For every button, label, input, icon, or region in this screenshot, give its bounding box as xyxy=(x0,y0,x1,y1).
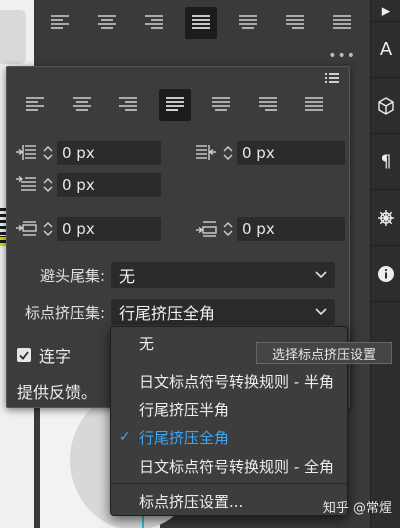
helm-icon[interactable] xyxy=(371,190,400,246)
background-align-row xyxy=(44,0,374,46)
left-indent-stepper[interactable] xyxy=(39,142,57,164)
kinsoku-label: 避头尾集: xyxy=(39,266,105,285)
hyphenate-row: 连字 xyxy=(17,343,71,367)
space-before-field: 0 px xyxy=(13,217,161,241)
space-after-field: 0 px xyxy=(193,217,345,241)
first-line-indent-stepper[interactable] xyxy=(39,174,57,196)
space-before-icon xyxy=(13,218,39,240)
play-icon[interactable]: ▸ xyxy=(371,0,400,22)
mojikumi-value: 行尾挤压全角 xyxy=(119,304,216,323)
chevron-down-icon xyxy=(315,271,327,279)
space-before-input[interactable]: 0 px xyxy=(57,217,161,241)
kinsoku-value: 无 xyxy=(119,267,136,286)
bg-justify-last-center-icon[interactable] xyxy=(232,7,264,39)
feedback-link[interactable]: 提供反馈。 xyxy=(17,379,97,403)
dropdown-option-jis-full[interactable]: 日文标点符号转换规则 - 全角 xyxy=(111,454,347,478)
alignment-buttons xyxy=(19,89,345,121)
3d-cube-icon[interactable] xyxy=(371,78,400,134)
align-right-icon[interactable] xyxy=(112,89,144,121)
bg-justify-last-left-icon[interactable] xyxy=(185,7,217,39)
bg-align-center-icon[interactable] xyxy=(91,7,123,39)
chevron-down-icon xyxy=(315,308,327,316)
panel-menu-icon[interactable] xyxy=(325,73,339,83)
right-indent-stepper[interactable] xyxy=(219,142,237,164)
dropdown-option-line-end-full[interactable]: ✓ 行尾挤压全角 xyxy=(111,425,347,449)
dropdown-separator xyxy=(111,483,347,484)
dropdown-option-line-end-half[interactable]: 行尾挤压半角 xyxy=(111,397,347,421)
hyphenate-label: 连字 xyxy=(39,347,72,366)
checkmark-icon xyxy=(19,350,29,360)
space-after-input[interactable]: 0 px xyxy=(237,217,345,241)
justify-last-right-icon[interactable] xyxy=(252,89,284,121)
dropdown-option-jis-half[interactable]: 日文标点符号转换规则 - 半角 xyxy=(111,369,347,393)
justify-all-icon[interactable] xyxy=(298,89,330,121)
tooltip: 选择标点挤压设置 xyxy=(256,342,392,364)
justify-last-center-icon[interactable] xyxy=(205,89,237,121)
left-indent-field: 0 px xyxy=(13,141,161,165)
mojikumi-select[interactable]: 行尾挤压全角 xyxy=(111,299,335,325)
bg-align-right-icon[interactable] xyxy=(138,7,170,39)
first-line-indent-icon xyxy=(13,174,39,196)
first-line-indent-field: 0 px xyxy=(13,173,161,197)
paragraph-icon[interactable]: ¶ xyxy=(371,134,400,190)
canvas-swatch xyxy=(0,10,26,64)
dropdown-option-line-end-full-label: 行尾挤压全角 xyxy=(139,428,230,447)
character-icon[interactable]: A xyxy=(371,22,400,78)
space-after-stepper[interactable] xyxy=(219,218,237,240)
mojikumi-label: 标点挤压集: xyxy=(24,303,105,322)
checkmark-icon: ✓ xyxy=(119,429,131,445)
more-options-icon[interactable]: ••• xyxy=(328,48,356,64)
align-center-icon[interactable] xyxy=(66,89,98,121)
kinsoku-row: 避头尾集: 无 xyxy=(15,262,335,288)
kinsoku-select[interactable]: 无 xyxy=(111,262,335,288)
dropdown-option-settings[interactable]: 标点挤压设置... xyxy=(111,489,347,513)
left-indent-input[interactable]: 0 px xyxy=(57,141,161,165)
right-indent-icon xyxy=(193,142,219,164)
info-icon[interactable] xyxy=(371,246,400,302)
space-after-icon xyxy=(193,218,219,240)
hyphenate-checkbox[interactable] xyxy=(17,348,31,362)
space-before-stepper[interactable] xyxy=(39,218,57,240)
mojikumi-row: 标点挤压集: 行尾挤压全角 xyxy=(15,299,335,325)
watermark: 知乎 @常煋 xyxy=(322,501,392,516)
tool-strip: ▸ A ¶ xyxy=(370,0,400,528)
left-indent-icon xyxy=(13,142,39,164)
bg-justify-all-icon[interactable] xyxy=(326,7,358,39)
right-indent-field: 0 px xyxy=(193,141,345,165)
justify-last-left-icon[interactable] xyxy=(158,89,191,121)
first-line-indent-input[interactable]: 0 px xyxy=(57,173,161,197)
right-indent-input[interactable]: 0 px xyxy=(237,141,345,165)
align-left-icon[interactable] xyxy=(19,89,51,121)
bg-justify-last-right-icon[interactable] xyxy=(279,7,311,39)
bg-align-left-icon[interactable] xyxy=(44,7,76,39)
